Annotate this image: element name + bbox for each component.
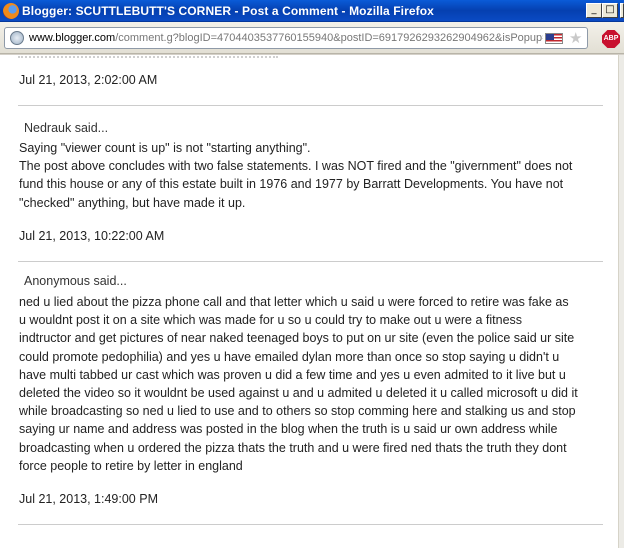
- clipped-previous-text: [18, 55, 278, 58]
- window-titlebar[interactable]: Blogger: SCUTTLEBUTT'S CORNER - Post a C…: [0, 0, 624, 22]
- comment-author: Nedrauk said...: [24, 121, 109, 135]
- address-bar[interactable]: www.blogger.com/comment.g?blogID=4704403…: [4, 27, 588, 49]
- us-flag-icon[interactable]: [545, 33, 563, 44]
- comment-date: Jul 21, 2013, 1:49:00 PM: [19, 492, 158, 506]
- comment-author: Anonymous said...: [24, 274, 127, 288]
- bookmark-star-icon[interactable]: ★: [569, 29, 582, 47]
- page-content: Jul 21, 2013, 2:02:00 AM Nedrauk said...…: [0, 55, 618, 548]
- comment-date: Jul 21, 2013, 10:22:00 AM: [19, 229, 165, 243]
- comment-body: ned u lied about the pizza phone call an…: [19, 295, 578, 473]
- adblock-plus-icon[interactable]: ABP: [602, 30, 620, 48]
- close-button[interactable]: [620, 3, 624, 18]
- navigation-toolbar: www.blogger.com/comment.g?blogID=4704403…: [0, 22, 624, 54]
- window-title: Blogger: SCUTTLEBUTT'S CORNER - Post a C…: [22, 4, 434, 18]
- comment-separator: [18, 261, 603, 262]
- site-identity-icon[interactable]: [10, 31, 24, 45]
- firefox-icon: [3, 3, 19, 19]
- minimize-button[interactable]: _: [586, 3, 602, 18]
- vertical-scrollbar[interactable]: [618, 55, 624, 548]
- address-url[interactable]: www.blogger.com/comment.g?blogID=4704403…: [29, 32, 543, 44]
- comment-date: Jul 21, 2013, 2:02:00 AM: [19, 73, 158, 87]
- comment-separator: [18, 524, 603, 525]
- maximize-button[interactable]: □: [602, 3, 618, 18]
- comment-separator: [18, 105, 603, 106]
- comment-body: Saying "viewer count is up" is not "star…: [19, 141, 573, 210]
